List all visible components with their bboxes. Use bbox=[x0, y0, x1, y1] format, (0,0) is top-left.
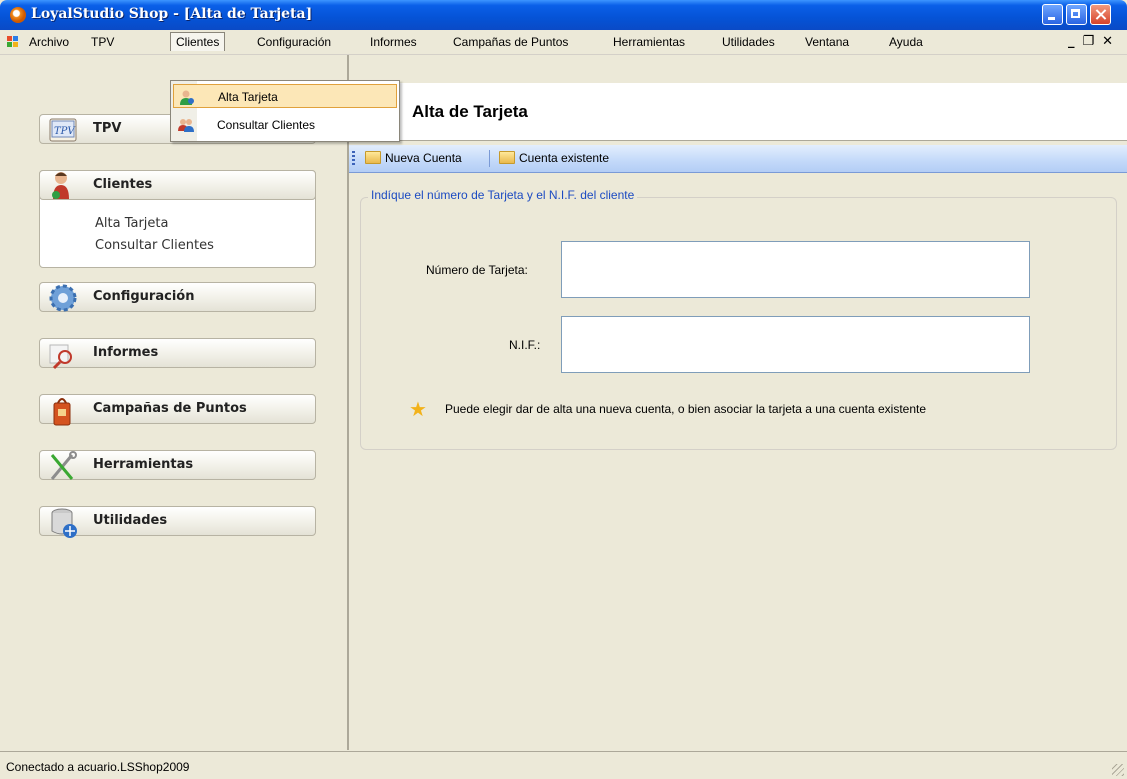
clientes-dropdown-menu: Alta Tarjeta Consultar Clientes bbox=[170, 80, 400, 142]
open-folder-icon bbox=[499, 151, 515, 164]
page-title: Alta de Tarjeta bbox=[412, 102, 528, 121]
tpv-icon: TPV bbox=[49, 118, 77, 142]
mdi-restore-icon[interactable]: ❐ bbox=[1082, 34, 1102, 49]
cuenta-existente-label: Cuenta existente bbox=[519, 151, 610, 165]
nav-herramientas[interactable]: Herramientas bbox=[39, 450, 316, 480]
window-title: LoyalStudio Shop - [Alta de Tarjeta] bbox=[31, 6, 313, 22]
mdi-window-icon[interactable] bbox=[7, 36, 19, 48]
numero-tarjeta-input[interactable] bbox=[561, 241, 1030, 298]
user-card-icon bbox=[180, 90, 194, 105]
mdi-close-icon[interactable]: ✕ bbox=[1102, 34, 1121, 49]
clientes-group: Clientes Alta Tarjeta Consultar Clientes bbox=[39, 170, 316, 268]
menu-ayuda[interactable]: Ayuda bbox=[884, 33, 928, 51]
menu-configuracion[interactable]: Configuración bbox=[252, 33, 336, 51]
menu-campanas[interactable]: Campañas de Puntos bbox=[448, 33, 573, 51]
toolbar-separator bbox=[489, 150, 490, 167]
menu-clientes[interactable]: Clientes bbox=[170, 32, 226, 51]
status-bar: Conectado a acuario.LSShop2009 bbox=[0, 751, 1127, 779]
tools-icon bbox=[50, 451, 77, 480]
sidebar-link-alta-tarjeta[interactable]: Alta Tarjeta bbox=[95, 216, 168, 231]
database-icon bbox=[51, 508, 77, 538]
nav-informes[interactable]: Informes bbox=[39, 338, 316, 370]
maximize-button[interactable] bbox=[1066, 4, 1087, 25]
dropdown-item-consultar-clientes[interactable]: Consultar Clientes bbox=[173, 113, 397, 137]
nif-label: N.I.F.: bbox=[509, 338, 541, 352]
nav-utilidades[interactable]: Utilidades bbox=[39, 506, 316, 538]
menu-informes[interactable]: Informes bbox=[365, 33, 422, 51]
minimize-button[interactable] bbox=[1042, 4, 1063, 25]
title-bar[interactable]: LoyalStudio Shop - [Alta de Tarjeta] bbox=[0, 0, 1127, 30]
nueva-cuenta-button[interactable]: Nueva Cuenta bbox=[363, 149, 462, 168]
toolbar: Nueva Cuenta Cuenta existente bbox=[349, 145, 1127, 173]
star-icon: ★ bbox=[409, 397, 427, 421]
menu-bar: Archivo TPV Clientes Configuración Infor… bbox=[0, 30, 1127, 55]
dropdown-item-alta-tarjeta[interactable]: Alta Tarjeta bbox=[173, 84, 397, 108]
content-header: Alta de Tarjeta bbox=[349, 83, 1127, 141]
close-button[interactable] bbox=[1090, 4, 1111, 25]
menu-archivo[interactable]: Archivo bbox=[24, 33, 74, 51]
menu-tpv[interactable]: TPV bbox=[86, 33, 119, 51]
nueva-cuenta-label: Nueva Cuenta bbox=[385, 151, 462, 165]
menu-herramientas[interactable]: Herramientas bbox=[608, 33, 690, 51]
nav-configuracion-label: Configuración bbox=[93, 289, 195, 304]
toolbar-grip[interactable] bbox=[352, 151, 355, 167]
numero-tarjeta-label: Número de Tarjeta: bbox=[426, 263, 528, 277]
nav-clientes[interactable]: Clientes bbox=[39, 170, 316, 200]
nav-configuracion[interactable]: Configuración bbox=[39, 282, 316, 312]
nav-clientes-label: Clientes bbox=[93, 177, 153, 192]
group-legend: Indíque el número de Tarjeta y el N.I.F.… bbox=[368, 188, 638, 202]
menu-utilidades[interactable]: Utilidades bbox=[717, 33, 780, 51]
mdi-minimize-icon[interactable]: _ bbox=[1068, 34, 1083, 49]
app-icon bbox=[10, 7, 26, 23]
dropdown-consultar-clientes-label: Consultar Clientes bbox=[217, 118, 316, 132]
nav-informes-label: Informes bbox=[93, 345, 159, 360]
dropdown-alta-tarjeta-label: Alta Tarjeta bbox=[218, 90, 278, 104]
navigation-panel: TPV TPV Clientes Alta Tarjeta Consultar … bbox=[8, 55, 347, 750]
mdi-controls[interactable]: _❐✕ bbox=[1068, 34, 1121, 49]
users-icon bbox=[178, 119, 194, 132]
sidebar-link-consultar-clientes[interactable]: Consultar Clientes bbox=[95, 238, 214, 253]
resize-grip[interactable] bbox=[1112, 764, 1124, 776]
clientes-icon bbox=[52, 172, 69, 199]
new-folder-icon bbox=[365, 151, 381, 164]
info-message: Puede elegir dar de alta una nueva cuent… bbox=[445, 402, 927, 416]
bag-icon bbox=[53, 398, 71, 426]
nav-herramientas-label: Herramientas bbox=[93, 457, 194, 472]
nav-utilidades-label: Utilidades bbox=[93, 513, 168, 528]
svg-text:TPV: TPV bbox=[54, 126, 76, 137]
gear-icon bbox=[49, 284, 77, 312]
magnifier-icon bbox=[49, 344, 72, 370]
status-text: Conectado a acuario.LSShop2009 bbox=[6, 760, 190, 774]
nif-input[interactable] bbox=[561, 316, 1030, 373]
menu-ventana[interactable]: Ventana bbox=[800, 33, 854, 51]
nav-campanas-label: Campañas de Puntos bbox=[93, 401, 247, 416]
cuenta-existente-button[interactable]: Cuenta existente bbox=[497, 149, 609, 168]
nav-campanas[interactable]: Campañas de Puntos bbox=[39, 394, 316, 426]
nav-tpv-label: TPV bbox=[93, 121, 122, 136]
